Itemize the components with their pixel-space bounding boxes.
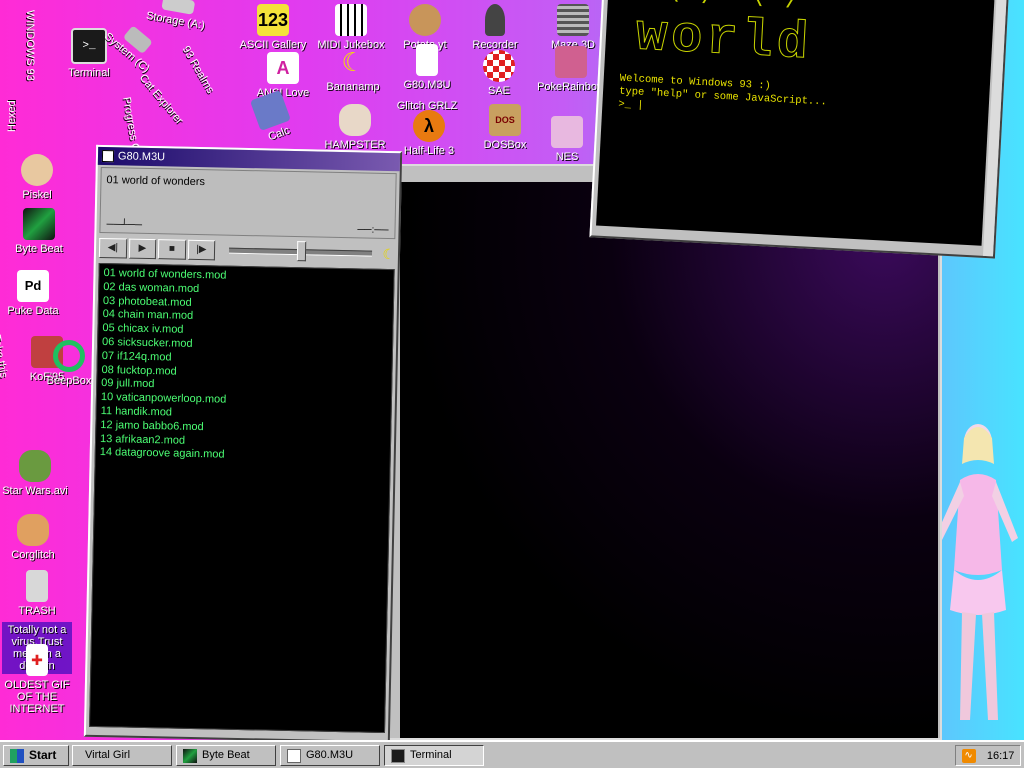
cat-explorer-label[interactable]: Cat Explorer bbox=[137, 72, 185, 127]
playlist-file-icon bbox=[101, 149, 115, 163]
byte-beat-icon bbox=[183, 748, 197, 763]
taskbar-item-label: G80.M3U bbox=[306, 749, 354, 761]
banana-icon: ☾ bbox=[341, 47, 365, 77]
ascii-art-world: world bbox=[634, 5, 814, 74]
desktop-icon-oldest-gif[interactable]: ✚ OLDEST GIF OF THE INTERNET bbox=[0, 644, 74, 715]
desktop-icon-trash[interactable]: TRASH bbox=[0, 570, 74, 617]
player-controls: ◀| ▶ ■ |▶ ☾ bbox=[96, 235, 398, 267]
desktop-icon-piskel[interactable]: Piskel bbox=[0, 154, 74, 201]
next-button[interactable]: |▶ bbox=[187, 239, 216, 261]
terminal-window[interactable]: \ / \ / world Welcome to Windows 93 :) t… bbox=[589, 0, 1009, 259]
desktop-icon-byte-beat[interactable]: Byte Beat bbox=[2, 208, 76, 255]
taskbar-item-label: Virtal Girl bbox=[85, 749, 131, 761]
start-label: Start bbox=[29, 748, 57, 762]
microphone-icon bbox=[485, 4, 505, 36]
nes-cartridge-icon bbox=[551, 116, 583, 148]
banana-icon[interactable]: ☾ bbox=[382, 245, 395, 262]
taskbar-item-terminal[interactable]: Terminal bbox=[384, 745, 484, 766]
byte-beat-canvas[interactable] bbox=[400, 182, 938, 738]
taskbar-item-g80[interactable]: G80.M3U bbox=[280, 745, 380, 766]
taskbar-item-label: Byte Beat bbox=[202, 749, 250, 761]
byte-beat-icon bbox=[23, 208, 55, 240]
pd-icon: Pd bbox=[17, 270, 49, 302]
hexed-label[interactable]: Hexed bbox=[6, 100, 18, 132]
trash-icon bbox=[26, 570, 48, 602]
ansi-a-icon: A bbox=[267, 52, 299, 84]
taskbar: Start Virtal Girl Byte Beat G80.M3U Term… bbox=[0, 740, 1024, 768]
position-indicator: ──┴── bbox=[106, 219, 143, 231]
potato-icon bbox=[409, 4, 441, 36]
desktop-icon-glitch-grlz[interactable]: Glitch GRLZ bbox=[390, 70, 464, 112]
desktop-icon-half-life[interactable]: λ Half-Life 3 bbox=[392, 110, 466, 157]
take-this-label[interactable]: Take this bbox=[0, 334, 10, 379]
desktop-icon-hampster[interactable]: HAMPSTER bbox=[318, 104, 392, 151]
desktop-icon-puke-data[interactable]: Pd Puke Data bbox=[0, 270, 70, 317]
terminal-screen[interactable]: \ / \ / world Welcome to Windows 93 :) t… bbox=[596, 0, 995, 246]
pixel-characters-icon bbox=[555, 46, 587, 78]
desktop-icon-bananamp[interactable]: ☾ Bananamp bbox=[316, 46, 390, 93]
clock[interactable]: 16:17 bbox=[987, 750, 1015, 762]
amiga-ball-icon bbox=[483, 50, 515, 82]
stop-icon: ■ bbox=[168, 243, 176, 255]
taskbar-item-label: Terminal bbox=[410, 749, 452, 761]
palette-icon bbox=[21, 154, 53, 186]
rss-icon[interactable]: ∿ bbox=[961, 748, 976, 763]
desktop-icon-corglitch[interactable]: Corglitch bbox=[0, 514, 70, 561]
desktop-icon-recorder[interactable]: Recorder bbox=[458, 4, 532, 51]
taskbar-item-virtual-girl[interactable]: Virtal Girl bbox=[72, 745, 172, 766]
stop-button[interactable]: ■ bbox=[157, 239, 186, 260]
start-button[interactable]: Start bbox=[3, 745, 69, 766]
maze-icon bbox=[557, 4, 589, 36]
virtual-girl-figure[interactable] bbox=[930, 420, 1022, 738]
playlist[interactable]: 01 world of wonders.mod 02 das woman.mod… bbox=[89, 262, 395, 734]
gif-file-icon: ✚ bbox=[26, 644, 48, 676]
playlist-file-icon bbox=[287, 748, 301, 763]
now-playing: 01 world of wonders bbox=[106, 174, 206, 189]
ascii-123-icon: 123 bbox=[257, 4, 289, 36]
windows93-label[interactable]: WINDOWS 93 bbox=[24, 10, 36, 81]
taskbar-item-byte-beat[interactable]: Byte Beat bbox=[176, 745, 276, 766]
desktop-icon-calc[interactable]: Calc bbox=[230, 83, 316, 152]
play-button[interactable]: ▶ bbox=[128, 238, 157, 260]
hamster-icon bbox=[339, 104, 371, 136]
prev-button[interactable]: ◀| bbox=[98, 237, 127, 259]
system-tray: ∿ 16:17 bbox=[955, 745, 1021, 766]
desktop-icon-star-wars[interactable]: Star Wars.avi bbox=[0, 450, 72, 497]
beepbox-ring-icon bbox=[53, 340, 85, 372]
dos-box-icon: DOS bbox=[489, 104, 521, 136]
terminal-output: Welcome to Windows 93 :) type "help" or … bbox=[618, 73, 828, 123]
93-realms-label[interactable]: 93 Realms bbox=[180, 44, 217, 96]
desktop-icon-storage[interactable]: Storage (A:) bbox=[138, 0, 216, 33]
player-display: 01 world of wonders ──┴── ──:── bbox=[99, 166, 397, 240]
player-window[interactable]: G80.M3U 01 world of wonders ──┴── ──:── … bbox=[83, 144, 403, 744]
desktop-icon-ascii-gallery[interactable]: 123 ASCII Gallery bbox=[236, 4, 310, 51]
windows93-logo-icon bbox=[10, 748, 24, 763]
player-title: G80.M3U bbox=[117, 150, 166, 164]
terminal-prompt[interactable]: >_ | bbox=[618, 99, 644, 112]
desktop: WINDOWS 93 Hexed Cat Explorer 93 Realms … bbox=[0, 0, 1024, 768]
terminal-icon bbox=[391, 748, 405, 763]
next-icon: |▶ bbox=[196, 243, 207, 256]
seek-thumb[interactable] bbox=[296, 241, 307, 262]
desktop-icon-midi-jukebox[interactable]: MIDI Jukebox bbox=[314, 4, 388, 51]
lambda-icon: λ bbox=[413, 110, 445, 142]
time-display: ──:── bbox=[357, 224, 389, 236]
yoda-icon bbox=[19, 450, 51, 482]
corgi-icon bbox=[17, 514, 49, 546]
prev-icon: ◀| bbox=[107, 242, 119, 254]
piano-keys-icon bbox=[335, 4, 367, 36]
play-icon: ▶ bbox=[138, 242, 147, 254]
desktop-icon-sae[interactable]: SAE bbox=[462, 50, 536, 97]
seek-slider[interactable] bbox=[229, 241, 373, 262]
